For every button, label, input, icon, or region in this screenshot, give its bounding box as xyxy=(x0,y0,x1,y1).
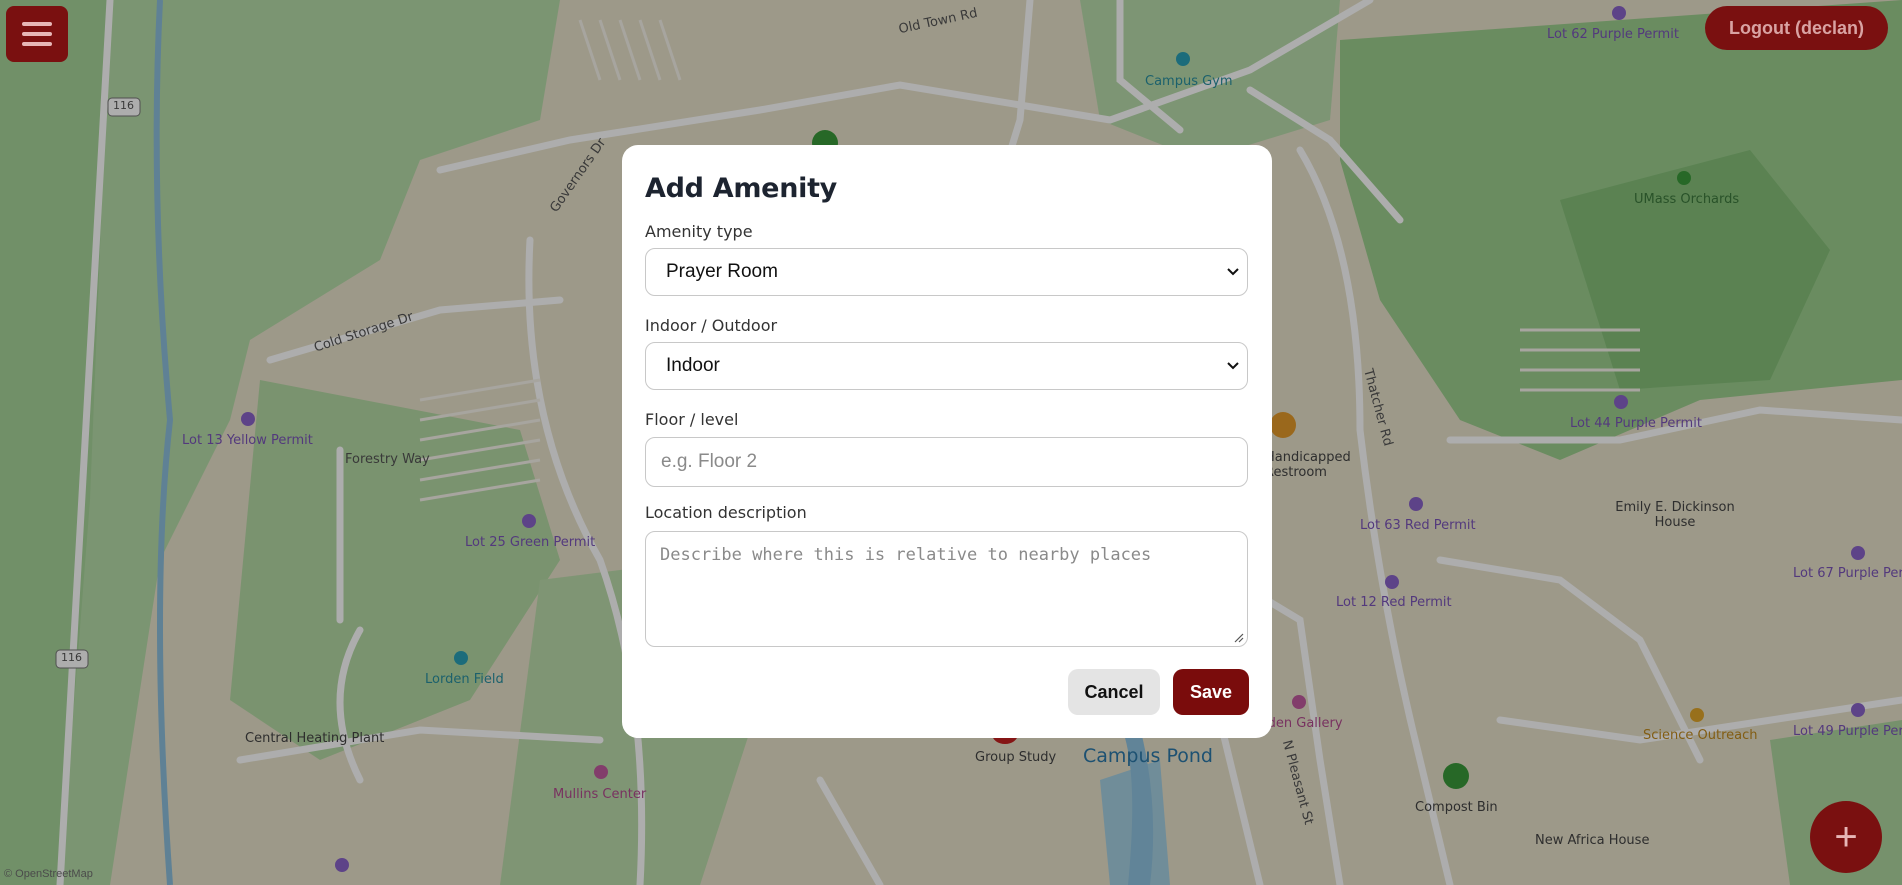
logout-button[interactable]: Logout (declan) xyxy=(1705,6,1888,50)
floor-placeholder: e.g. Floor 2 xyxy=(661,451,758,472)
chevron-down-icon xyxy=(1227,268,1239,276)
indoor-outdoor-select[interactable]: Indoor xyxy=(645,342,1248,390)
hamburger-icon xyxy=(22,22,52,46)
chevron-down-icon xyxy=(1227,362,1239,370)
add-amenity-dialog: Add Amenity Amenity type Prayer Room Ind… xyxy=(622,145,1272,738)
resize-handle-icon[interactable] xyxy=(1234,633,1244,643)
add-amenity-fab[interactable]: + xyxy=(1810,801,1882,873)
amenity-type-value: Prayer Room xyxy=(666,261,778,282)
save-button[interactable]: Save xyxy=(1173,669,1249,715)
location-placeholder: Describe where this is relative to nearb… xyxy=(660,545,1152,565)
cancel-button[interactable]: Cancel xyxy=(1068,669,1160,715)
location-description-textarea[interactable]: Describe where this is relative to nearb… xyxy=(645,531,1248,647)
floor-label: Floor / level xyxy=(645,410,739,429)
location-description-label: Location description xyxy=(645,503,807,522)
amenity-type-label: Amenity type xyxy=(645,222,753,241)
dialog-title: Add Amenity xyxy=(645,173,837,204)
indoor-outdoor-label: Indoor / Outdoor xyxy=(645,316,778,335)
floor-input[interactable]: e.g. Floor 2 xyxy=(645,437,1248,487)
menu-button[interactable] xyxy=(6,6,68,62)
amenity-type-select[interactable]: Prayer Room xyxy=(645,248,1248,296)
indoor-outdoor-value: Indoor xyxy=(666,355,720,376)
